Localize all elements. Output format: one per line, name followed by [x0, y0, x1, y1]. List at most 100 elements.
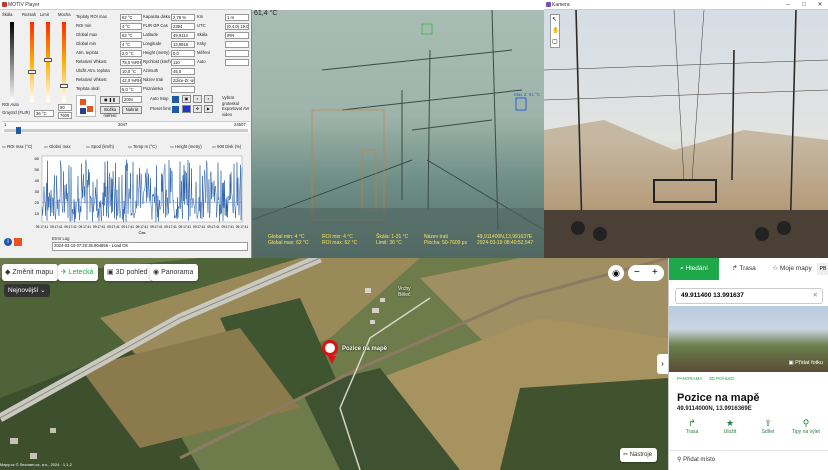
- search-tab[interactable]: ⌕ Hledání: [669, 258, 719, 280]
- aerial-tab[interactable]: ✈ Letecká: [58, 264, 99, 281]
- info-icon[interactable]: i: [4, 238, 12, 246]
- map-pin-icon[interactable]: [322, 340, 338, 356]
- field-value[interactable]: 1 m: [225, 14, 249, 21]
- field-label: Atm. teplota: [76, 50, 99, 55]
- field-row: Název trati Zdice-Zr.-ovan-Beroun: [143, 77, 195, 85]
- field-row: Auto: [197, 59, 249, 67]
- field-value[interactable]: 45,0: [171, 68, 195, 75]
- field-value[interactable]: 62 °C: [120, 32, 142, 39]
- x-tick-label: 09:17:41: [50, 225, 63, 229]
- close-button[interactable]: ✕: [812, 0, 828, 10]
- legend-item[interactable]: ▭ ROI max (°C): [2, 144, 32, 150]
- preset-checkbox[interactable]: [172, 106, 179, 113]
- zoom-select[interactable]: 200x: [122, 96, 142, 103]
- save-button[interactable]: ★ Uložit: [713, 418, 747, 435]
- profile-tab[interactable]: PB: [817, 263, 828, 275]
- nahrat-button[interactable]: Nahrát: [122, 106, 142, 114]
- play-btn[interactable]: ▶: [204, 105, 213, 113]
- tool-btn-2[interactable]: ◐: [193, 95, 202, 103]
- export-label[interactable]: Exportovat AVI video: [222, 106, 250, 118]
- field-label: Uložit Atm. teplota: [76, 68, 110, 73]
- field-value[interactable]: 42,0 %RH: [120, 77, 142, 84]
- newest-dropdown[interactable]: Nejnovější ⌄: [4, 284, 50, 297]
- field-row: FLIR GP Cas 2394: [143, 23, 195, 31]
- field-row: Uložit Atm. teplota 10,0 °C: [76, 68, 142, 76]
- field-value[interactable]: [225, 50, 249, 57]
- field-row: ROI min 4 °C: [76, 23, 142, 31]
- clear-icon[interactable]: ✕: [813, 289, 818, 303]
- field-value[interactable]: 78,0 %RH: [120, 59, 142, 66]
- thermal-view: 61,4 °C Max 2: 61 °C Global min: 4 °C Glo…: [252, 0, 544, 258]
- route-tab[interactable]: ↱ Trasa: [721, 258, 767, 280]
- range-thumb[interactable]: [28, 70, 36, 74]
- range-slider[interactable]: [30, 22, 34, 102]
- field-value[interactable]: 62 °C: [120, 14, 142, 21]
- place-photo[interactable]: ▣ Přidat fotku: [669, 306, 828, 372]
- limit-thumb[interactable]: [44, 58, 52, 62]
- locate-icon[interactable]: ◉: [608, 265, 624, 281]
- legend-item[interactable]: ▭ 500 Disk (%): [212, 144, 241, 150]
- panorama-link[interactable]: PANORAMA: [677, 376, 702, 381]
- field-value[interactable]: 110: [171, 59, 195, 66]
- my-maps-tab[interactable]: ☆ Moje mapy: [767, 258, 817, 280]
- minimize-button[interactable]: –: [780, 0, 796, 10]
- route-action-button[interactable]: ↱ Trasa: [675, 418, 709, 435]
- max-box-label: Max 2: 61 °C: [514, 92, 541, 97]
- field-value[interactable]: 2394: [171, 23, 195, 30]
- folder-button[interactable]: Složka měření: [100, 106, 120, 118]
- maximize-button[interactable]: □: [796, 0, 812, 10]
- change-map-button[interactable]: ◆ Změnit mapu: [2, 264, 59, 281]
- field-value[interactable]: 10,0 °C: [120, 68, 142, 75]
- place-coords: 49.9114000N, 13.9916369E: [677, 406, 752, 412]
- panorama-tab[interactable]: ◉ Panorama: [150, 264, 199, 281]
- chevron-right-icon[interactable]: ›: [657, 354, 668, 374]
- field-value[interactable]: 5,0 °C: [120, 86, 142, 93]
- add-photo-button[interactable]: ▣ Přidat fotku: [788, 360, 823, 366]
- color-btn[interactable]: [182, 105, 191, 113]
- zoom-out-button[interactable]: −: [634, 265, 640, 281]
- legend-item[interactable]: ▭ Height (metry): [170, 144, 202, 150]
- map-area[interactable]: ◆ Změnit mapu ✈ Letecká ▣ 3D pohled ◉ Pa…: [0, 258, 668, 470]
- field-value[interactable]: [225, 41, 249, 48]
- share-button[interactable]: ⇪ Sdílet: [751, 418, 785, 435]
- timeline[interactable]: 1 2047 24507: [2, 121, 250, 134]
- field-label: ROI min: [76, 23, 92, 28]
- tool-btn-1[interactable]: ▣: [182, 95, 191, 103]
- limit-slider[interactable]: [46, 22, 50, 102]
- field-value[interactable]: 49,9114: [171, 32, 195, 39]
- auto-stop-checkbox[interactable]: [172, 96, 179, 103]
- num-a-field[interactable]: 50: [58, 104, 72, 111]
- field-value[interactable]: (0,4,0) 19.03.2024: [225, 23, 249, 30]
- move-btn[interactable]: ✥: [193, 105, 202, 113]
- trip-button[interactable]: ⚲ Tipy na výlet: [789, 418, 823, 435]
- error-log-field[interactable]: 2024-03-19 07:20:35.904856 - Load OK: [52, 242, 248, 251]
- num-b-field[interactable]: 7609: [58, 112, 72, 119]
- legend-item[interactable]: ▭ Spod (km/h): [86, 144, 114, 150]
- camera-window: Kamera – □ ✕ ↖ ✋ ▢: [544, 0, 828, 258]
- field-value[interactable]: IRN: [225, 32, 249, 39]
- 3d-view-link[interactable]: 3D POHLED: [709, 376, 735, 381]
- stop-button[interactable]: ◼ ❚❚: [100, 96, 120, 104]
- field-value[interactable]: 4 °C: [120, 23, 142, 30]
- field-value[interactable]: 2,76 %: [171, 14, 195, 21]
- offset-field[interactable]: 36 °C: [34, 110, 54, 117]
- field-value[interactable]: [171, 86, 195, 93]
- timeline-thumb[interactable]: [16, 127, 21, 134]
- info-col4: Název trati Plocha: 50-7609 px: [424, 234, 468, 246]
- field-value[interactable]: 13,9916: [171, 41, 195, 48]
- zoom-in-button[interactable]: +: [652, 265, 658, 281]
- field-value[interactable]: Zdice-Zr.-ovan-Beroun: [171, 77, 195, 84]
- tool-btn-3[interactable]: ⌕: [204, 95, 213, 103]
- legend-item[interactable]: ▭ Globní max: [44, 144, 71, 150]
- field-value[interactable]: 2,0 °C: [120, 50, 142, 57]
- mocha-thumb[interactable]: [60, 84, 68, 88]
- tools-button[interactable]: ✂ Nástroje: [620, 448, 658, 462]
- field-value[interactable]: 4 °C: [120, 41, 142, 48]
- legend-item[interactable]: ▭ Temp m (°C): [128, 144, 157, 150]
- search-input[interactable]: 49.911400 13.991637 ✕: [675, 288, 823, 304]
- field-value[interactable]: [225, 59, 249, 66]
- field-value[interactable]: 0,0: [171, 50, 195, 57]
- mocha-slider[interactable]: [62, 22, 66, 102]
- 3d-view-tab[interactable]: ▣ 3D pohled: [104, 264, 153, 281]
- add-place-button[interactable]: ⚲ Přidat místo: [677, 456, 715, 463]
